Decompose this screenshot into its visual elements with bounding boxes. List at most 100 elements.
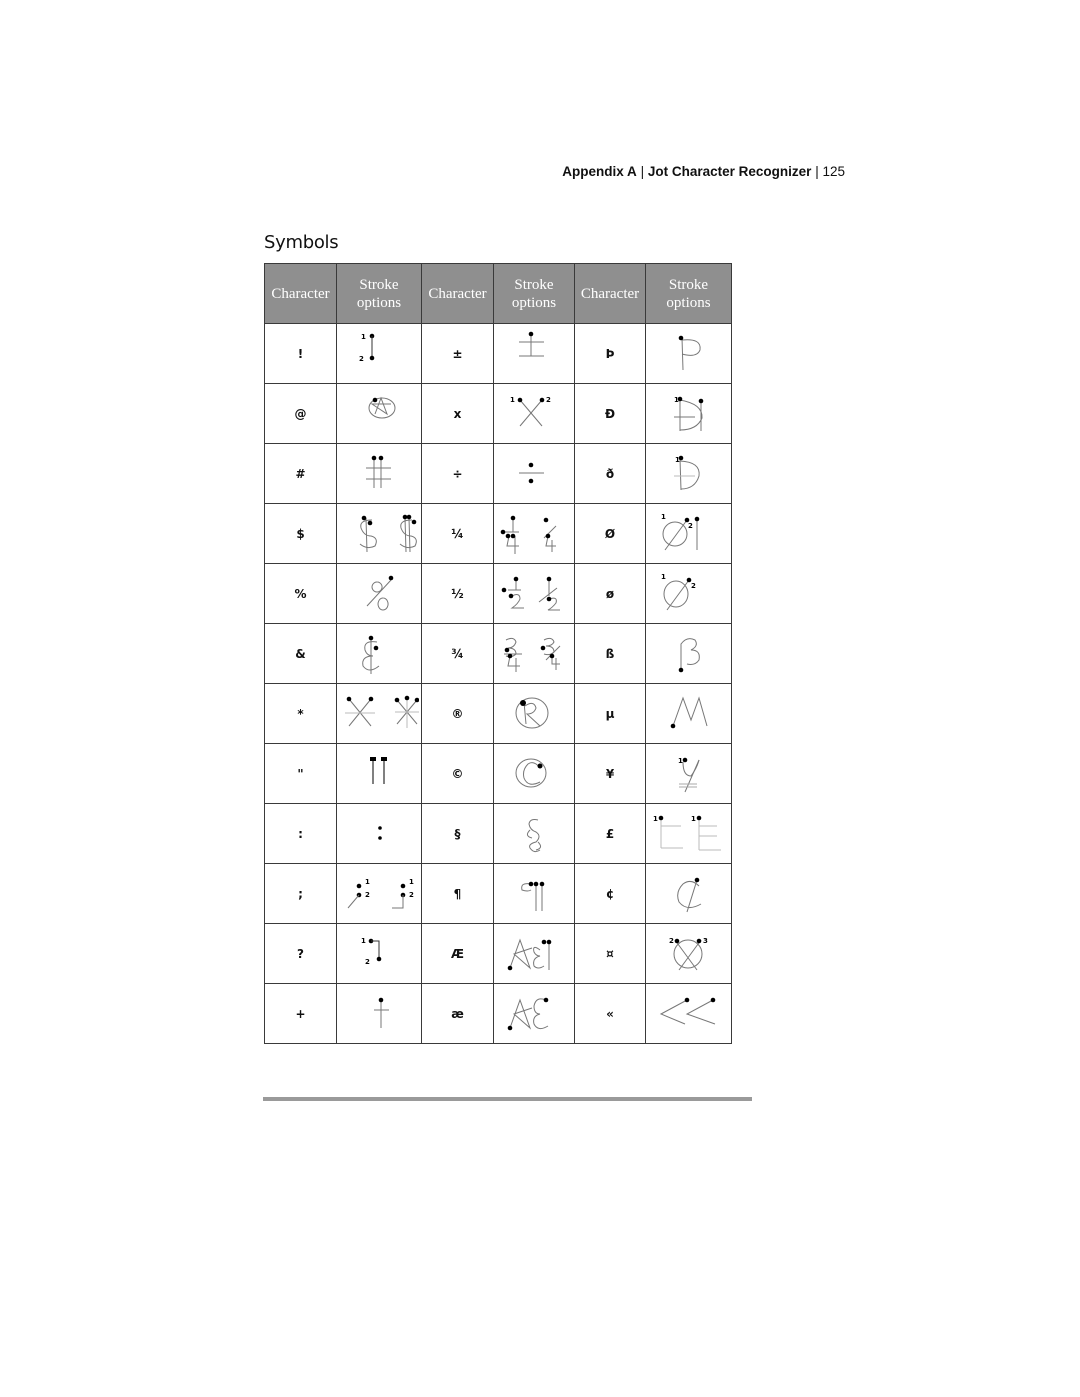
stroke-options-cell [493,803,575,864]
character-glyph: # [295,466,306,481]
character-glyph: ® [451,706,464,721]
character-cell: ¼ [421,503,494,564]
stroke-options-cell: 1 [645,743,732,804]
stroke-diagram-eth-icon: 1 [673,455,700,490]
character-cell: § [421,803,494,864]
character-cell: % [264,563,337,624]
stroke-diagram-times-icon: 12 [510,396,551,426]
character-cell: * [264,683,337,744]
stroke-options-cell [336,443,422,504]
stroke-options-cell: 23 [645,923,732,984]
stroke-diagram-dollar-icon [359,514,417,552]
stroke-diagram-colon-icon [378,825,382,840]
character-cell: £ [574,803,646,864]
character-cell: : [264,803,337,864]
character-glyph: : [298,826,303,841]
stroke-diagram-plus-icon [374,997,389,1028]
svg-text:1: 1 [661,573,666,581]
stroke-options-cell [336,383,422,444]
stroke-diagram-oslash-icon: 12 [661,573,696,610]
character-cell: ½ [421,563,494,624]
stroke-diagram-cent-icon [676,877,701,912]
svg-text:2: 2 [365,891,370,899]
symbols-table: Character Stroke options Character Stroke… [264,263,732,1044]
table-row: : § £1 1 [264,803,732,864]
table-row: ! 1 2 ± Þ [264,323,732,384]
stroke-options-cell [493,563,575,624]
character-cell: Æ [421,923,494,984]
stroke-diagram-currency-icon: 23 [669,937,708,970]
character-glyph: § [454,826,461,841]
character-cell: # [264,443,337,504]
table-row: * ® µ [264,683,732,744]
stroke-options-cell [493,923,575,984]
stroke-options-cell [336,623,422,684]
stroke-options-cell: 12 [336,923,422,984]
stroke-options-cell: 12 [645,563,732,624]
stroke-diagram-eth-cap-icon: 1 [673,396,703,431]
stroke-options-cell [493,323,575,384]
svg-text:1: 1 [678,757,683,765]
svg-text:1: 1 [661,513,666,521]
appendix-label: Appendix A [562,164,637,179]
column-header-character: Character [574,263,646,324]
stroke-diagram-thorn-icon [678,335,701,370]
svg-text:2: 2 [365,958,370,966]
column-header-character: Character [421,263,494,324]
character-cell: ¥ [574,743,646,804]
page-number: 125 [822,164,845,179]
character-glyph: $ [296,526,305,541]
character-cell: ¾ [421,623,494,684]
stroke-diagram-eszett-icon [678,637,700,672]
character-cell: Ø [574,503,646,564]
character-glyph: ¾ [451,646,464,661]
stroke-diagram-exclaim-icon: 12 [359,333,375,363]
stroke-diagram-ampersand-icon [362,635,380,674]
svg-text:3: 3 [703,937,708,945]
table-row: @ x 1 2 Đ 1 [264,383,732,444]
character-cell: Đ [574,383,646,444]
character-glyph: ; [298,886,303,901]
stroke-options-cell: 1 [645,443,732,504]
character-cell: ø [574,563,646,624]
character-glyph: ! [297,346,304,361]
character-glyph: ß [605,646,615,661]
stroke-diagram-section-icon [526,818,542,852]
table-header-row: Character Stroke options Character Stroke… [264,263,732,324]
character-cell: ! [264,323,337,384]
running-header: Appendix A | Jot Character Recognizer | … [0,164,845,179]
character-glyph: Æ [450,946,465,961]
stroke-diagram-ae-cap-icon [507,938,552,970]
svg-text:2: 2 [359,355,364,363]
stroke-options-cell: 12 [336,323,422,384]
character-glyph: © [451,766,464,781]
stroke-options-cell: 1 [645,383,732,444]
character-glyph: æ [451,1006,464,1021]
stroke-options-cell [336,563,422,624]
stroke-diagram-threequarter-icon [504,637,561,672]
svg-text:1: 1 [675,456,680,464]
stroke-diagram-quote-icon [370,756,387,784]
stroke-options-cell [645,983,732,1044]
stroke-options-cell: 12 [645,503,732,564]
character-cell: ± [421,323,494,384]
stroke-options-cell [493,863,575,924]
stroke-options-cell [493,443,575,504]
svg-text:1: 1 [674,396,679,404]
character-glyph: Ø [604,526,616,541]
stroke-diagram-percent-icon [366,575,394,610]
character-cell: $ [264,503,337,564]
column-header-stroke-options: Stroke options [493,263,575,324]
table-row: $ ¼ Ø 1 2 [264,503,732,564]
stroke-options-cell: 12 [493,383,575,444]
stroke-options-cell [493,683,575,744]
column-header-stroke-options: Stroke options [645,263,732,324]
table-row: & ¾ ß [264,623,732,684]
character-cell: µ [574,683,646,744]
character-cell: @ [264,383,337,444]
stroke-options-cell [493,623,575,684]
character-cell: ? [264,923,337,984]
character-glyph: ¢ [605,886,615,901]
stroke-diagram-guillemet-icon [659,997,715,1024]
stroke-options-cell [336,803,422,864]
